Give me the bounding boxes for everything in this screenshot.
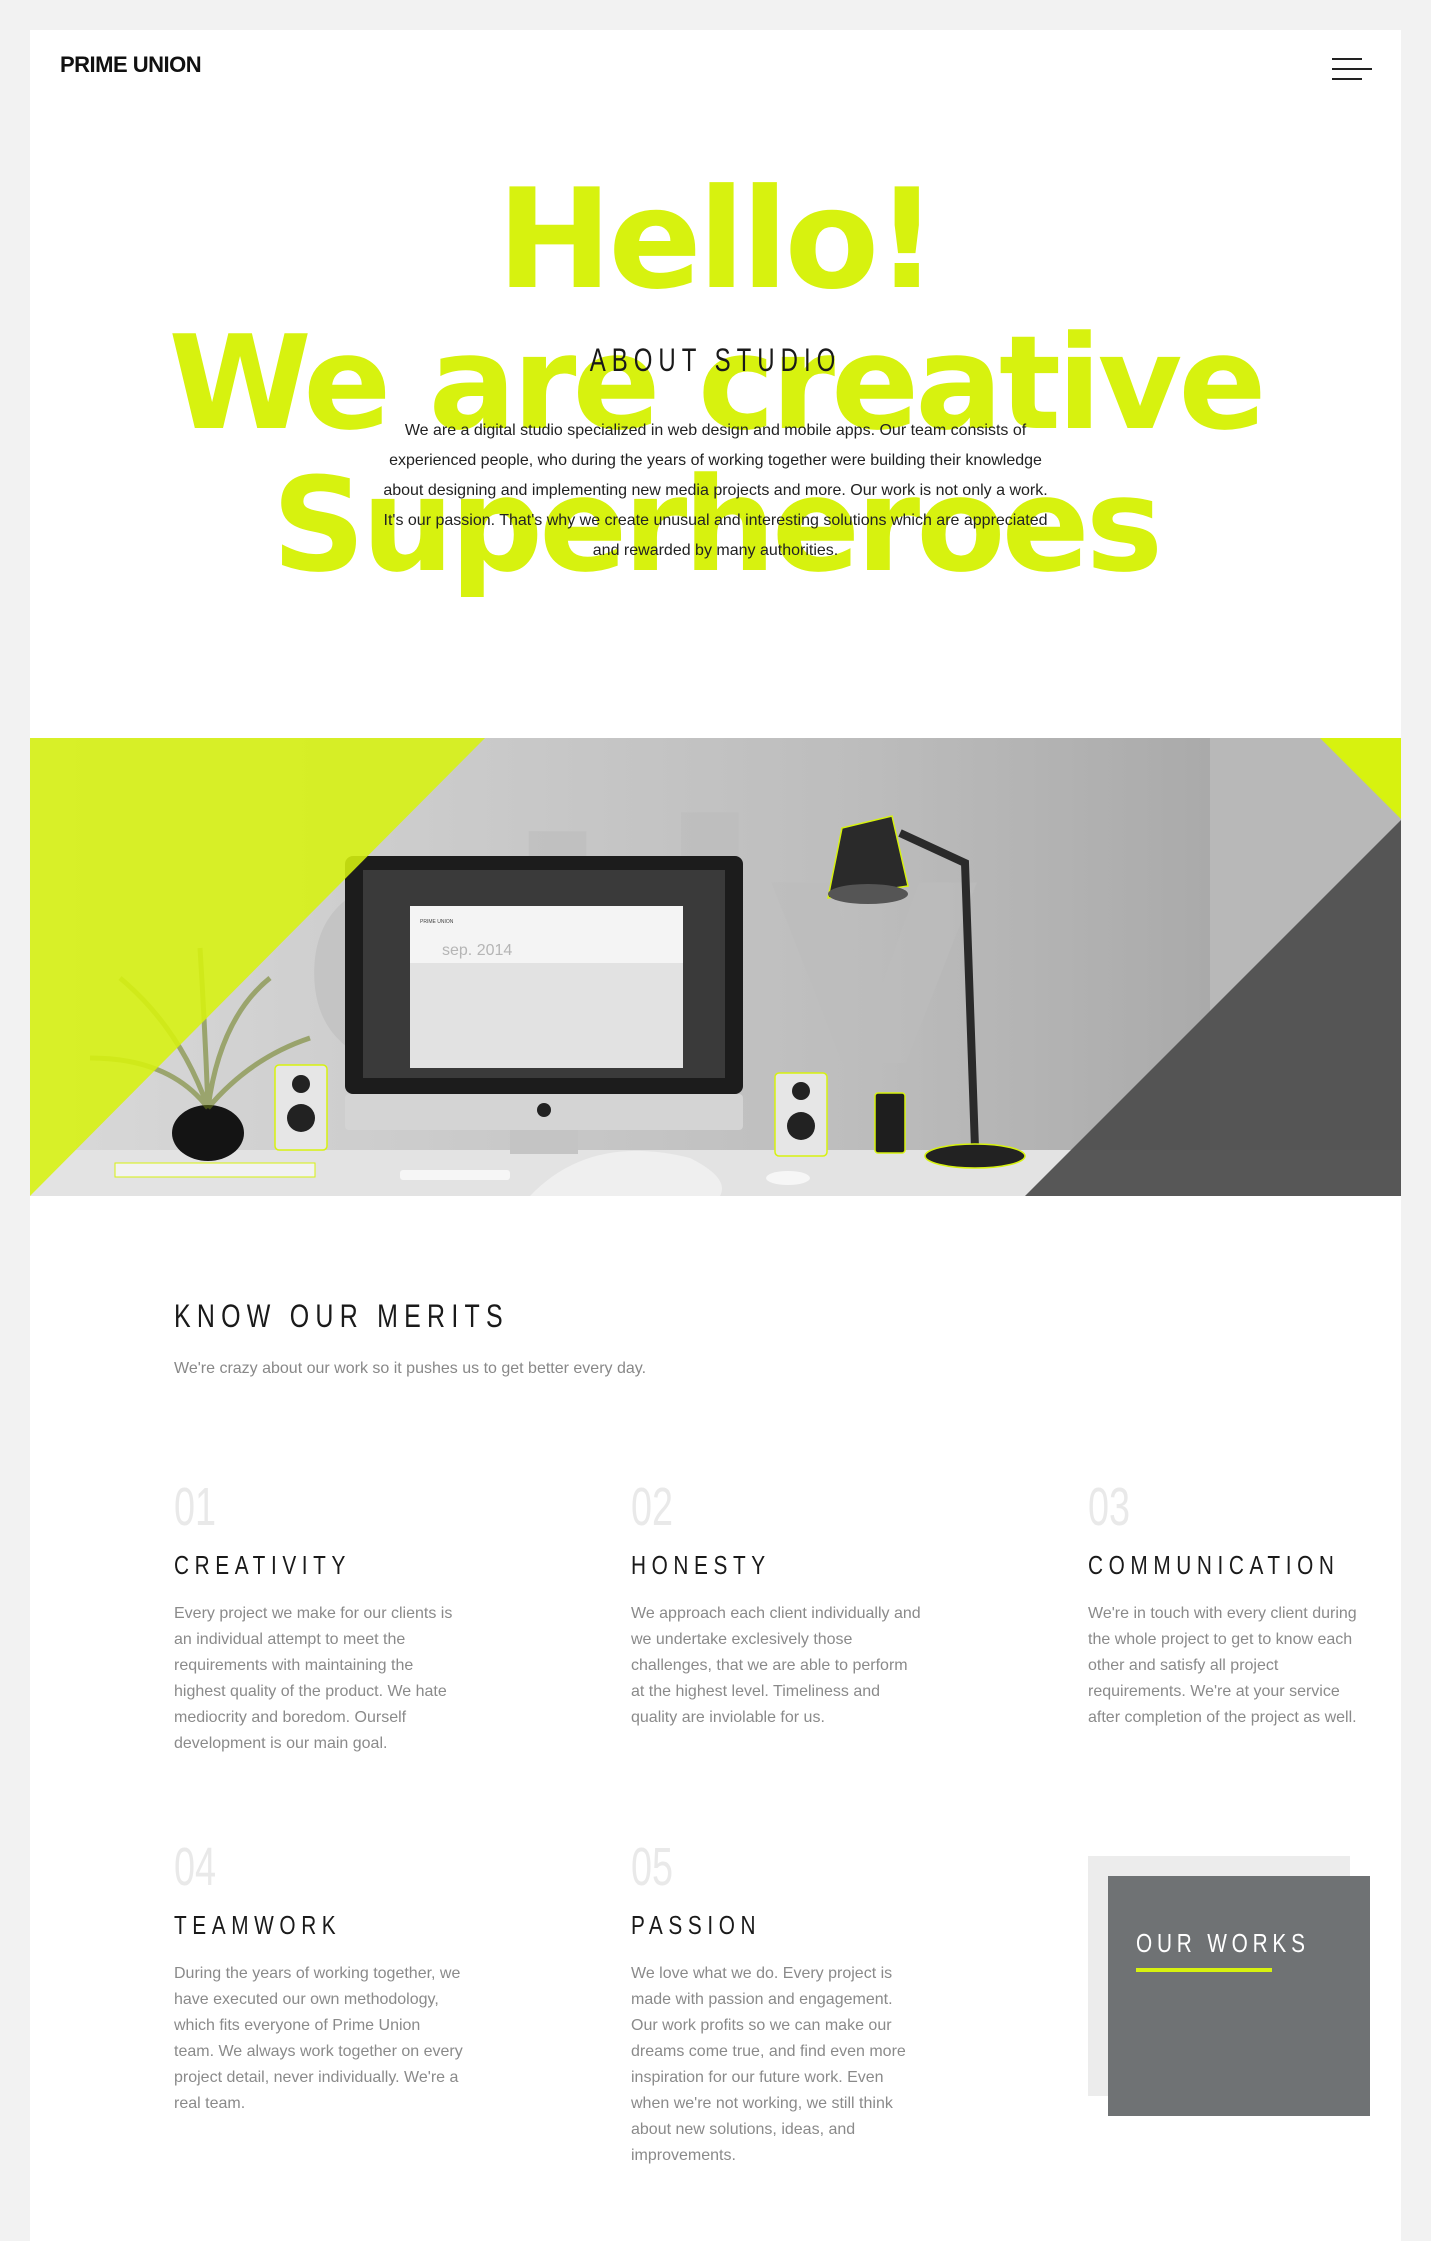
merit-text: We approach each client individually and… — [631, 1605, 921, 1726]
our-works-button[interactable]: OUR WORKS — [1108, 1876, 1370, 2116]
merits-subtitle: We're crazy about our work so it pushes … — [174, 1360, 647, 1377]
merit-text: We love what we do. Every project is mad… — [631, 1965, 906, 2164]
merit-title: COMMUNICATION — [1088, 1550, 1340, 1580]
merit-number: 05 — [631, 1837, 674, 1897]
merit-text: Every project we make for our clients is… — [174, 1605, 453, 1752]
workspace-illustration: ctiv sep. 2014 PRIME UNION — [30, 738, 1401, 1196]
page: PRIME UNION Hello! We are creative Super… — [30, 30, 1401, 2241]
about-studio-text: We are a digital studio specialized in w… — [383, 422, 1048, 559]
merit-number: 04 — [174, 1837, 217, 1897]
merit-title: CREATIVITY — [174, 1550, 351, 1580]
workspace-banner-image: ctiv sep. 2014 PRIME UNION — [30, 738, 1401, 1196]
merit-number: 01 — [174, 1477, 217, 1537]
our-works-underline — [1136, 1968, 1272, 1972]
merit-item-communication: 03 COMMUNICATION We're in touch with eve… — [1088, 1476, 1373, 1731]
our-works-label: OUR WORKS — [1136, 1928, 1310, 1958]
merit-item-teamwork: 04 TEAMWORK During the years of working … — [174, 1836, 464, 2117]
hero-section: Hello! We are creative Superheroes ABOUT… — [30, 30, 1401, 730]
merit-title: HONESTY — [631, 1550, 771, 1580]
merits-title: KNOW OUR MERITS — [174, 1298, 509, 1334]
merit-item-passion: 05 PASSION We love what we do. Every pro… — [631, 1836, 921, 2169]
screen-brand-text: PRIME UNION — [420, 919, 454, 925]
screen-date-text: sep. 2014 — [442, 942, 512, 959]
merit-title: PASSION — [631, 1910, 762, 1940]
merit-text: During the years of working together, we… — [174, 1965, 463, 2112]
merit-item-creativity: 01 CREATIVITY Every project we make for … — [174, 1476, 464, 1757]
hero-heading-line-1: Hello! — [496, 159, 938, 320]
merit-number: 03 — [1088, 1477, 1131, 1537]
merit-item-honesty: 02 HONESTY We approach each client indiv… — [631, 1476, 921, 1731]
merit-title: TEAMWORK — [174, 1910, 342, 1940]
about-studio-title: ABOUT STUDIO — [589, 342, 842, 378]
apple-logo-icon — [537, 1103, 551, 1117]
merit-number: 02 — [631, 1477, 674, 1537]
merit-text: We're in touch with every client during … — [1088, 1605, 1357, 1726]
